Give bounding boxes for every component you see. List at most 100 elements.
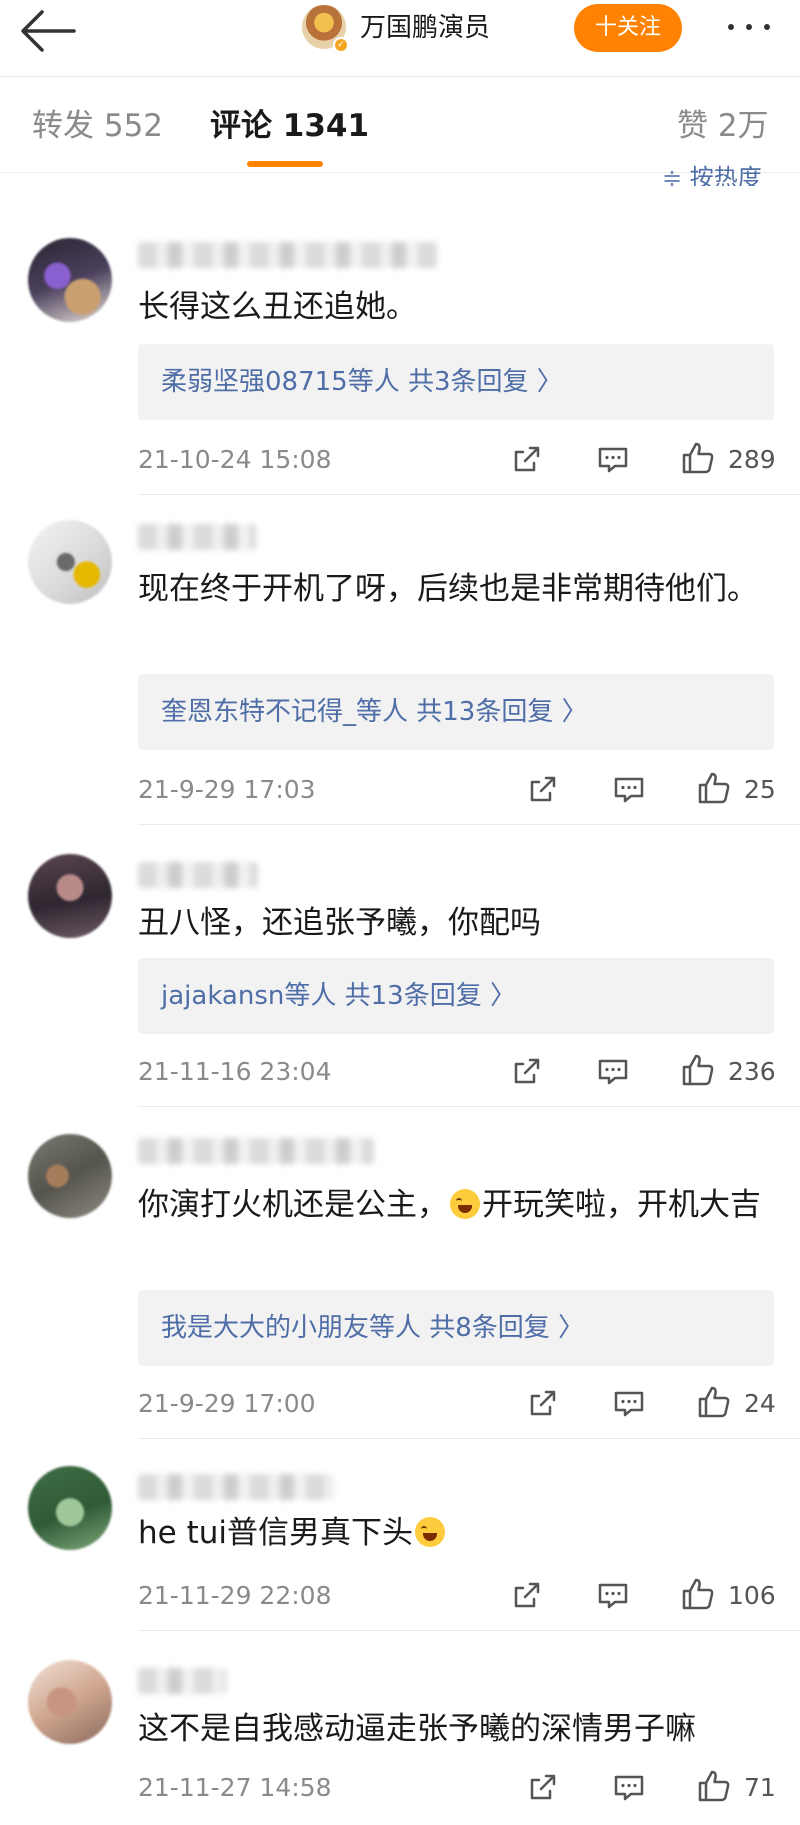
verified-badge-icon: ✓ xyxy=(333,37,349,53)
more-dots-icon xyxy=(764,24,770,30)
repost-button[interactable] xyxy=(526,1386,560,1420)
active-tab-indicator xyxy=(247,161,323,167)
tab-repost[interactable]: 转发 552 xyxy=(32,104,163,148)
like-button[interactable] xyxy=(680,440,716,476)
reply-button[interactable] xyxy=(596,1054,630,1088)
commenter-avatar[interactable] xyxy=(28,1660,112,1744)
reply-thread-link[interactable]: 柔弱坚强08715等人 共3条回复 〉 xyxy=(138,344,774,420)
share-icon xyxy=(530,1774,556,1800)
like-count: 289 xyxy=(728,445,776,474)
share-icon xyxy=(514,1582,540,1608)
repost-button[interactable] xyxy=(510,442,544,476)
sort-label: 按热度 xyxy=(689,164,762,186)
comment-icon xyxy=(598,1583,628,1609)
comment-text: 长得这么丑还追她。 xyxy=(138,289,417,325)
repost-button[interactable] xyxy=(526,772,560,806)
like-button[interactable] xyxy=(696,770,732,806)
comment-time: 21-10-24 15:08 xyxy=(138,445,332,474)
repost-button[interactable] xyxy=(526,1770,560,1804)
comment-icon xyxy=(598,1059,628,1085)
arrow-left-icon xyxy=(21,10,76,52)
comment-icon xyxy=(614,1775,644,1801)
divider xyxy=(0,76,800,77)
follow-button[interactable]: 十关注 xyxy=(574,4,682,52)
divider xyxy=(138,1630,800,1631)
like-button[interactable] xyxy=(680,1576,716,1612)
comment-time: 21-9-29 17:00 xyxy=(138,1389,316,1418)
share-icon xyxy=(514,1058,540,1084)
thumbs-up-icon xyxy=(698,1386,730,1418)
like-button[interactable] xyxy=(680,1052,716,1088)
sort-by-hot-button[interactable]: ≑ 按热度 xyxy=(662,164,762,186)
tab-comment[interactable]: 评论 1341 xyxy=(210,104,369,148)
comment-time: 21-11-16 23:04 xyxy=(138,1057,332,1086)
thumbs-up-icon xyxy=(682,1054,714,1086)
reply-thread-link[interactable]: jajakansn等人 共13条回复 〉 xyxy=(138,958,774,1034)
reply-summary: jajakansn等人 共13条回复 〉 xyxy=(161,981,516,1011)
like-count: 24 xyxy=(744,1389,776,1418)
comment-text: 这不是自我感动逼走张予曦的深情男子嘛 xyxy=(138,1711,696,1747)
like-count: 71 xyxy=(744,1773,776,1802)
reply-thread-link[interactable]: 奎恩东特不记得_等人 共13条回复 〉 xyxy=(138,674,774,750)
share-icon xyxy=(530,776,556,802)
like-count: 25 xyxy=(744,775,776,804)
like-button[interactable] xyxy=(696,1384,732,1420)
commenter-name[interactable] xyxy=(138,524,256,550)
reply-button[interactable] xyxy=(596,1578,630,1612)
comment-text: 你演打火机还是公主， 开玩笑啦，开机大吉 xyxy=(138,1180,778,1230)
comment-text: he tui普信男真下头 xyxy=(138,1508,778,1558)
crying-emoji-icon xyxy=(415,1517,445,1547)
like-button[interactable] xyxy=(696,1768,732,1804)
commenter-avatar[interactable] xyxy=(28,854,112,938)
reply-button[interactable] xyxy=(596,442,630,476)
commenter-avatar[interactable] xyxy=(28,1134,112,1218)
thumbs-up-icon xyxy=(698,772,730,804)
reply-summary: 柔弱坚强08715等人 共3条回复 〉 xyxy=(161,367,563,397)
commenter-avatar[interactable] xyxy=(28,520,112,604)
top-bar: ✓ 万国鹏演员 十关注 xyxy=(0,0,800,76)
reply-thread-link[interactable]: 我是大大的小朋友等人 共8条回复 〉 xyxy=(138,1290,774,1366)
share-icon xyxy=(530,1390,556,1416)
tab-like[interactable]: 赞 2万 xyxy=(677,104,769,148)
reply-summary: 我是大大的小朋友等人 共8条回复 〉 xyxy=(161,1313,585,1343)
commenter-name[interactable] xyxy=(138,1138,374,1164)
reply-summary: 奎恩东特不记得_等人 共13条回复 〉 xyxy=(161,697,588,727)
commenter-name[interactable] xyxy=(138,242,438,268)
divider xyxy=(138,824,800,825)
comment-text-part: 你演打火机还是公主， xyxy=(138,1187,448,1223)
more-dots-icon xyxy=(728,24,734,30)
reply-button[interactable] xyxy=(612,1770,646,1804)
commenter-name[interactable] xyxy=(138,862,258,888)
reply-button[interactable] xyxy=(612,772,646,806)
comment-icon xyxy=(614,777,644,803)
like-count: 236 xyxy=(728,1057,776,1086)
share-icon xyxy=(514,446,540,472)
comment-text-part: 开玩笑啦，开机大吉 xyxy=(482,1187,761,1223)
comment-text: 丑八怪，还追张予曦，你配吗 xyxy=(138,905,541,941)
divider xyxy=(138,494,800,495)
laugh-cry-emoji-icon xyxy=(450,1189,480,1219)
more-options-button[interactable] xyxy=(722,12,782,42)
commenter-name[interactable] xyxy=(138,1668,226,1694)
commenter-avatar[interactable] xyxy=(28,1466,112,1550)
comment-text: 现在终于开机了呀，后续也是非常期待他们。 xyxy=(138,571,758,607)
comment-time: 21-11-27 14:58 xyxy=(138,1773,332,1802)
like-count: 106 xyxy=(728,1581,776,1610)
more-dots-icon xyxy=(746,24,752,30)
divider xyxy=(138,1438,800,1439)
comment-time: 21-11-29 22:08 xyxy=(138,1581,332,1610)
comment-icon xyxy=(598,447,628,473)
commenter-name[interactable] xyxy=(138,1474,334,1500)
author-name[interactable]: 万国鹏演员 xyxy=(360,10,490,46)
commenter-avatar[interactable] xyxy=(28,238,112,322)
divider xyxy=(138,1106,800,1107)
repost-button[interactable] xyxy=(510,1054,544,1088)
comment-time: 21-9-29 17:03 xyxy=(138,775,316,804)
reply-button[interactable] xyxy=(612,1386,646,1420)
repost-button[interactable] xyxy=(510,1578,544,1612)
back-button[interactable] xyxy=(18,8,78,54)
thumbs-up-icon xyxy=(682,442,714,474)
thumbs-up-icon xyxy=(698,1770,730,1802)
thumbs-up-icon xyxy=(682,1578,714,1610)
comment-icon xyxy=(614,1391,644,1417)
